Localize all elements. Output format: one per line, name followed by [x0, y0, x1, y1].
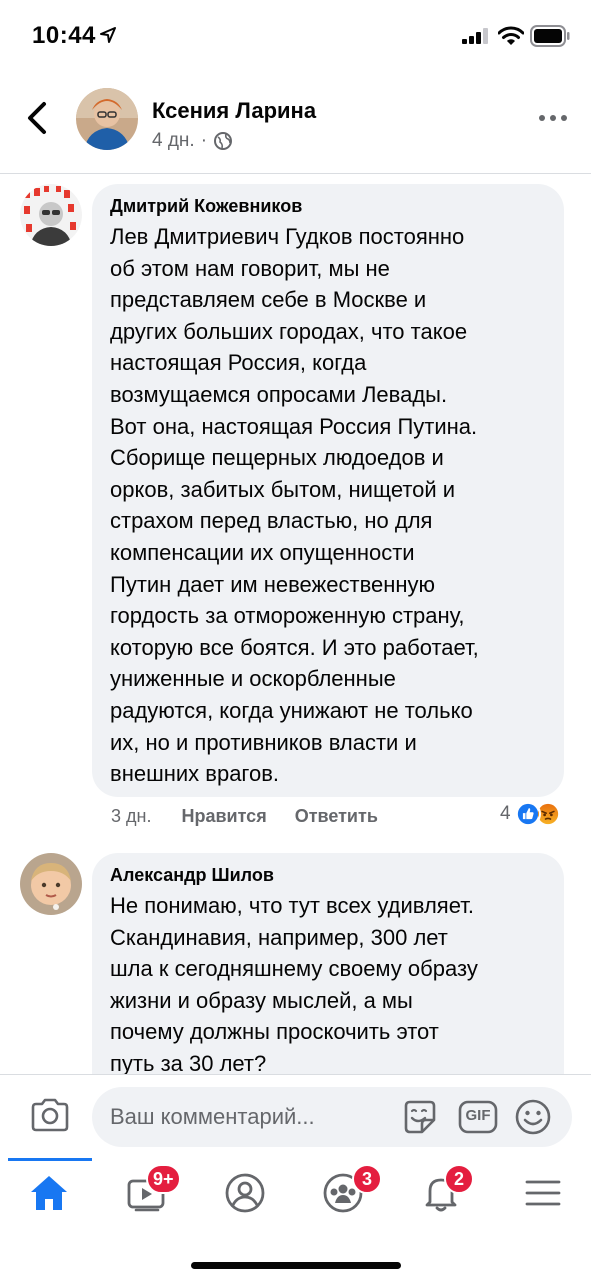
tab-home[interactable]	[4, 1158, 94, 1228]
comment-author[interactable]: Дмитрий Кожевников	[110, 196, 546, 217]
hamburger-menu-icon	[525, 1180, 561, 1206]
post-time[interactable]: 4 дн.	[152, 130, 195, 152]
emoji-icon[interactable]	[514, 1098, 552, 1136]
author-avatar[interactable]	[76, 88, 138, 150]
reply-button[interactable]: Ответить	[295, 806, 378, 827]
comment-bubble: Дмитрий Кожевников Лев Дмитриевич Гудков…	[92, 184, 564, 797]
home-icon	[31, 1176, 67, 1210]
wifi-icon	[498, 26, 524, 45]
notifications-badge: 2	[444, 1164, 474, 1194]
back-chevron-icon[interactable]	[22, 100, 52, 136]
groups-badge: 3	[352, 1164, 382, 1194]
watch-badge: 9+	[146, 1164, 181, 1194]
like-button[interactable]: Нравится	[181, 806, 266, 827]
bottom-tab-bar: 9+ 3 2	[0, 1158, 591, 1238]
globe-icon	[214, 132, 233, 150]
comment-composer: Ваш комментарий... GIF	[0, 1074, 591, 1158]
tab-menu[interactable]	[498, 1158, 588, 1228]
comment-input-placeholder: Ваш комментарий...	[110, 1104, 315, 1129]
cellular-signal-icon	[462, 28, 488, 44]
status-bar: 10:44	[0, 0, 591, 70]
comment-text: Лев Дмитриевич Гудков постоянно об этом …	[110, 224, 479, 787]
gif-label: GIF	[465, 1107, 491, 1124]
tab-profile[interactable]	[200, 1158, 290, 1228]
more-horizontal-icon[interactable]	[538, 108, 568, 128]
tab-groups[interactable]: 3	[298, 1158, 388, 1228]
tab-watch[interactable]: 9+	[102, 1158, 192, 1228]
author-name[interactable]: Ксения Ларина	[152, 98, 316, 124]
location-arrow-icon	[100, 27, 116, 43]
comment-author[interactable]: Александр Шилов	[110, 865, 546, 886]
post-header: Ксения Ларина 4 дн. ·	[0, 78, 591, 174]
gif-button[interactable]: GIF	[458, 1100, 498, 1134]
tab-notifications[interactable]: 2	[396, 1158, 486, 1228]
comment-actions: 3 дн. Нравится Ответить	[111, 806, 406, 827]
reaction-summary[interactable]: 4	[500, 801, 561, 827]
commenter-avatar[interactable]	[20, 853, 82, 915]
commenter-avatar[interactable]	[20, 184, 82, 246]
comment-time[interactable]: 3 дн.	[111, 806, 151, 827]
status-time: 10:44	[32, 22, 96, 49]
reaction-count: 4	[500, 803, 511, 824]
camera-icon[interactable]	[30, 1097, 70, 1133]
like-reaction-icon	[514, 801, 541, 827]
profile-icon	[225, 1173, 265, 1213]
battery-icon	[530, 25, 570, 47]
meta-separator: ·	[200, 130, 208, 151]
sticker-icon[interactable]	[400, 1098, 440, 1136]
comment-text: Не понимаю, что тут всех удивляет. Сканд…	[110, 893, 478, 1076]
post-meta: 4 дн. ·	[152, 130, 233, 152]
home-indicator[interactable]	[191, 1262, 401, 1269]
comment-input[interactable]: Ваш комментарий... GIF	[92, 1087, 572, 1147]
